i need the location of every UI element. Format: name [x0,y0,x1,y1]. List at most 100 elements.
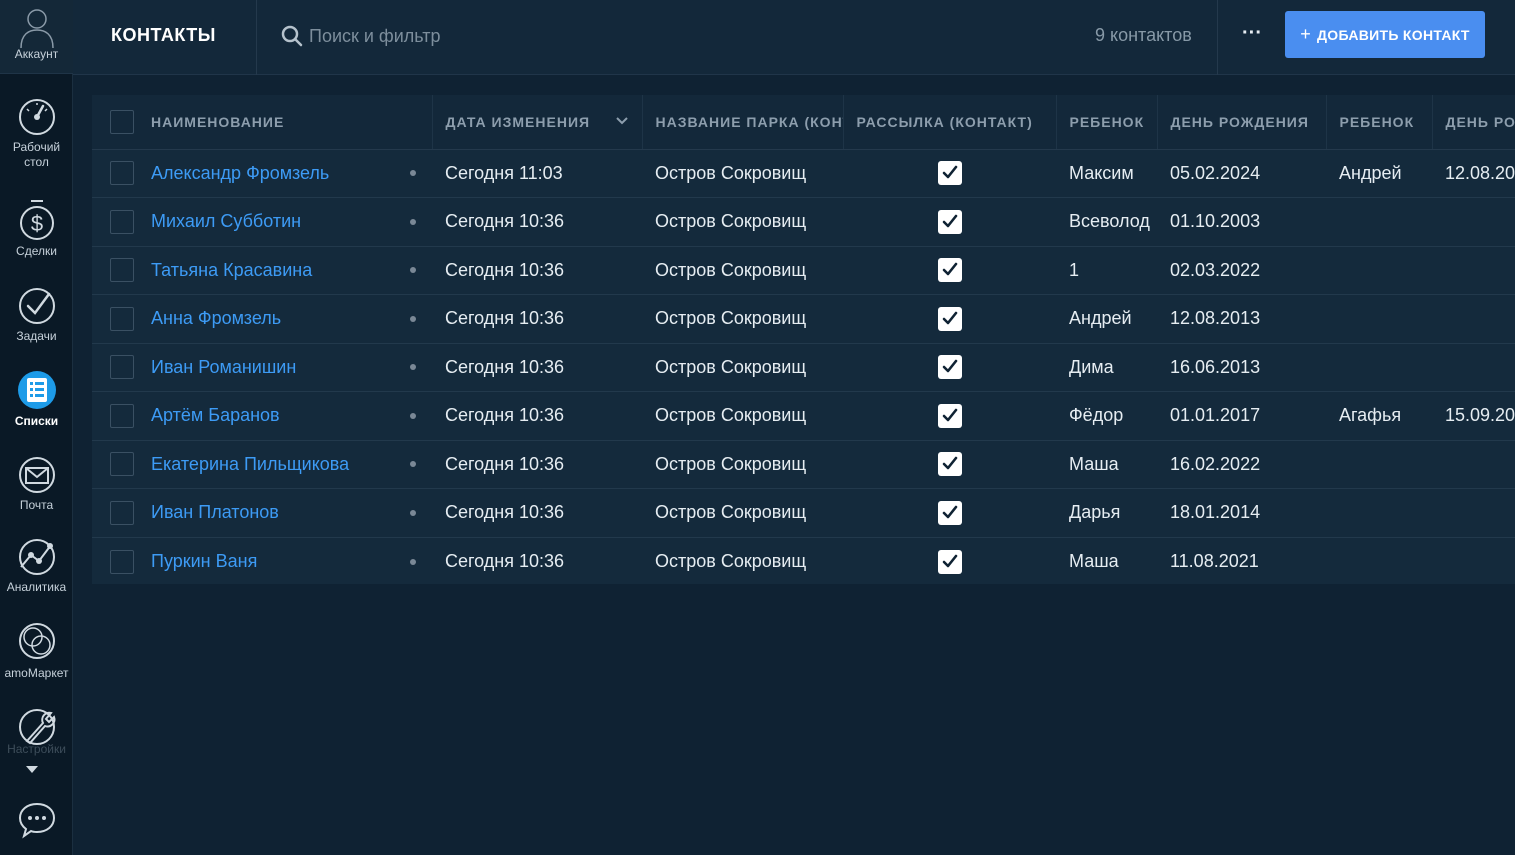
table-row[interactable]: Артём Баранов Сегодня 10:36 Остров Сокрови… [92,391,1515,441]
row-checkbox[interactable] [110,209,134,234]
park-cell: Остров Сокровищ [642,197,843,247]
sidebar-item-dashboard[interactable]: Рабочий стол [0,97,73,170]
child-cell: Дарья [1056,488,1157,538]
mailing-checkbox[interactable] [937,355,962,380]
status-dot-icon [410,558,416,565]
sidebar-item-lists[interactable]: Списки [0,369,73,429]
birthday-2-cell [1432,440,1515,489]
mailing-checkbox[interactable] [937,209,962,234]
row-checkbox[interactable] [110,258,134,283]
column-header-child-2[interactable]: РЕБЕНОК [1326,95,1433,150]
contact-name-link[interactable]: Артём Баранов [151,405,280,425]
table-row[interactable]: Пуркин Ваня Сегодня 10:36 Остров Сокровищ М… [92,537,1515,584]
chevron-down-icon[interactable] [615,117,628,125]
mailing-checkbox[interactable] [937,306,962,331]
column-header-name[interactable]: НАИМЕНОВАНИЕ [151,95,433,150]
child-cell: Всеволод [1056,197,1157,247]
name-cell: Екатерина Пильщикова [151,440,432,489]
birthday-2-cell [1432,294,1515,344]
search-icon[interactable] [281,25,303,52]
status-dot-icon [410,364,416,371]
park-cell: Остров Сокровищ [642,440,843,489]
contact-name-link[interactable]: Пуркин Ваня [151,551,257,571]
birthday-cell: 05.02.2024 [1157,149,1326,198]
mailing-checkbox[interactable] [937,403,962,428]
park-cell: Остров Сокровищ [642,391,843,441]
sidebar-item-mail[interactable]: Почта [0,455,73,513]
child-cell: Максим [1056,149,1157,198]
date-cell: Сегодня 10:36 [432,246,642,295]
row-checkbox[interactable] [110,549,134,574]
add-contact-button[interactable]: + ДОБАВИТЬ КОНТАКТ [1285,11,1485,58]
sidebar-item-settings[interactable]: Настройки [0,705,73,757]
birthday-cell: 01.10.2003 [1157,197,1326,247]
child-2-cell [1326,488,1432,538]
date-cell: Сегодня 10:36 [432,343,642,392]
status-dot-icon [410,509,416,516]
contact-name-link[interactable]: Александр Фромзель [151,163,329,183]
row-checkbox[interactable] [110,355,134,380]
table-header-row: НАИМЕНОВАНИЕ ДАТА ИЗМЕНЕНИЯ НАЗВАНИЕ ПАР… [92,95,1515,150]
table-row[interactable]: Иван Платонов Сегодня 10:36 Остров Сокрови… [92,488,1515,538]
sidebar-chat-button[interactable] [0,800,73,843]
column-header-birthday-2[interactable]: ДЕНЬ РОЖДЕНИЯ [1432,95,1515,150]
child-cell: Фёдор [1056,391,1157,441]
column-header-date[interactable]: ДАТА ИЗМЕНЕНИЯ [432,95,643,150]
select-all-checkbox[interactable] [110,109,134,134]
birthday-cell: 11.08.2021 [1157,537,1326,584]
sidebar-item-market[interactable]: amoМаркет [0,619,73,681]
contacts-count: 9 контактов [1095,25,1192,45]
row-checkbox[interactable] [110,500,134,525]
mailing-cell [843,149,1056,198]
sidebar-item-account[interactable]: Аккаунт [0,4,73,62]
mailing-checkbox[interactable] [937,549,962,574]
tasks-check-icon [18,288,55,324]
contact-name-link[interactable]: Татьяна Красавина [151,260,312,280]
row-select-cell [92,440,151,489]
status-dot-icon [410,315,416,322]
table-row[interactable]: Анна Фромзель Сегодня 10:36 Остров Сокрови… [92,294,1515,344]
contact-name-link[interactable]: Екатерина Пильщикова [151,454,349,474]
sidebar-item-deals[interactable]: $ Сделки [0,197,73,259]
row-checkbox[interactable] [110,306,134,331]
birthday-cell: 01.01.2017 [1157,391,1326,441]
table-row[interactable]: Екатерина Пильщикова Сегодня 10:36 Остров … [92,440,1515,489]
row-checkbox[interactable] [110,452,134,477]
dashboard-icon [18,99,55,135]
more-options-button[interactable]: ··· [1235,22,1269,50]
checkmark-icon [942,554,957,567]
chevron-down-icon[interactable] [26,761,38,779]
child-cell: Маша [1056,440,1157,489]
row-checkbox[interactable] [110,161,134,186]
mailing-cell [843,246,1056,295]
column-header-birthday[interactable]: ДЕНЬ РОЖДЕНИЯ [1157,95,1327,150]
mailing-checkbox[interactable] [937,452,962,477]
table-row[interactable]: Иван Романишин Сегодня 10:36 Остров Сокров… [92,343,1515,392]
search-input[interactable] [309,22,809,50]
mailing-checkbox[interactable] [937,258,962,283]
contact-name-link[interactable]: Михаил Субботин [151,211,301,231]
row-checkbox[interactable] [110,403,134,428]
mailing-checkbox[interactable] [937,161,962,186]
mailing-cell [843,294,1056,344]
sidebar-item-label: Сделки [16,244,57,258]
mailing-checkbox[interactable] [937,500,962,525]
child-2-cell: Андрей [1326,149,1432,198]
column-header-mailing[interactable]: РАССЫЛКА (КОНТАКТ) [843,95,1057,150]
date-cell: Сегодня 10:36 [432,197,642,247]
table-row[interactable]: Александр Фромзель Сегодня 11:03 Остров Со… [92,149,1515,198]
checkmark-icon [942,456,957,470]
sidebar-item-tasks[interactable]: Задачи [0,286,73,344]
name-cell: Артём Баранов [151,391,432,441]
birthday-2-cell [1432,246,1515,295]
column-header-park[interactable]: НАЗВАНИЕ ПАРКА (КОНТАКТ) [642,95,844,150]
sidebar-item-label: Рабочий [12,140,61,154]
sidebar-item-analytics[interactable]: Аналитика [0,537,73,595]
table-row[interactable]: Михаил Субботин Сегодня 10:36 Остров Сокро… [92,197,1515,247]
name-cell: Иван Романишин [151,343,432,392]
contact-name-link[interactable]: Анна Фромзель [151,308,281,328]
contact-name-link[interactable]: Иван Романишин [151,357,296,377]
table-row[interactable]: Татьяна Красавина Сегодня 10:36 Остров Сок… [92,246,1515,295]
column-header-child[interactable]: РЕБЕНОК [1056,95,1158,150]
contact-name-link[interactable]: Иван Платонов [151,502,279,522]
